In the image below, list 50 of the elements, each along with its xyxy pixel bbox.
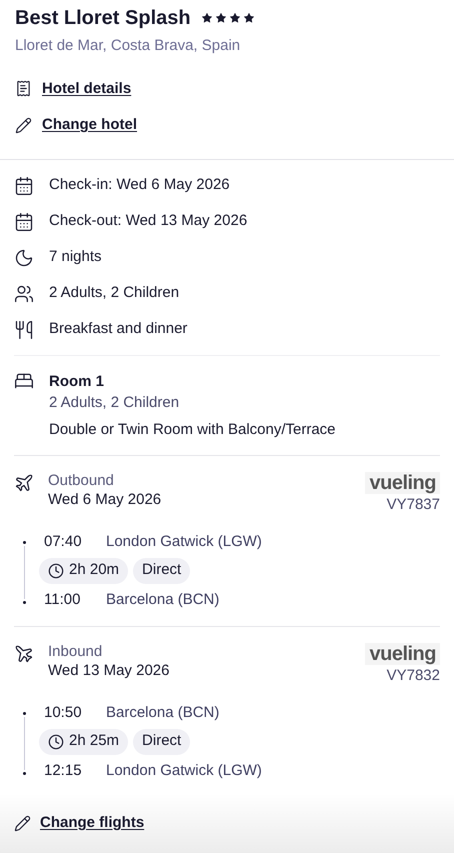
star-icon (214, 12, 227, 24)
duration-text: 2h 20m (69, 560, 120, 580)
pencil-icon (14, 814, 31, 832)
departure-time: 07:40 (44, 532, 83, 552)
flight-date: Wed 6 May 2026 (48, 490, 162, 508)
moon-icon (14, 248, 34, 268)
airline-logo: vueling (365, 642, 440, 664)
stay-detail: 7 nights (49, 247, 102, 268)
room-guests: 2 Adults, 2 Children (49, 392, 180, 412)
arrival-time: 12:15 (44, 760, 83, 780)
clock-icon (48, 562, 64, 578)
stay-detail: 2 Adults, 2 Children (49, 283, 180, 304)
flight-direction: Inbound (48, 642, 104, 660)
arrival-time: 11:00 (44, 590, 82, 610)
hotel-link[interactable]: Change hotel (42, 114, 138, 136)
clock-icon (48, 734, 64, 750)
plane-icon (14, 472, 34, 492)
room-title: Room 1 (49, 372, 106, 392)
flight-number: VY7832 (386, 666, 440, 686)
cutlery-icon (14, 320, 34, 340)
stops-chip: Direct (133, 728, 190, 754)
departure-time: 10:50 (44, 702, 83, 722)
star-icon (228, 12, 241, 24)
stay-detail: Check-in: Wed 6 May 2026 (49, 175, 230, 196)
pencil-icon (15, 116, 32, 134)
star-icon (200, 12, 213, 24)
calendar-icon (14, 212, 34, 232)
stay-detail: Breakfast and dinner (49, 319, 188, 340)
departure-airport: Barcelona (BCN) (106, 702, 220, 722)
calendar-icon (14, 176, 34, 196)
airline-logo: vueling (365, 472, 440, 494)
people-icon (14, 284, 34, 304)
stay-detail: Check-out: Wed 13 May 2026 (49, 211, 248, 232)
flight-number: VY7837 (386, 494, 440, 514)
hotel-name: Best Lloret Splash (15, 6, 191, 30)
flight-date: Wed 13 May 2026 (48, 660, 170, 680)
hotel-link[interactable]: Hotel details (42, 78, 132, 100)
arrival-airport: Barcelona (BCN) (106, 590, 220, 610)
duration-text: 2h 25m (69, 731, 120, 752)
stops-chip: Direct (133, 558, 190, 584)
arrival-airport: London Gatwick (LGW) (106, 760, 262, 780)
flight-direction: Outbound (48, 472, 115, 490)
room-type: Double or Twin Room with Balcony/Terrace (49, 420, 336, 440)
change-flights-link[interactable]: Change flights (40, 812, 144, 834)
document-icon (15, 80, 32, 98)
plane-icon (14, 644, 34, 664)
hotel-location: Lloret de Mar, Costa Brava, Spain (15, 36, 242, 56)
bed-icon (14, 370, 34, 390)
departure-airport: London Gatwick (LGW) (106, 532, 262, 552)
star-icon (242, 12, 255, 24)
